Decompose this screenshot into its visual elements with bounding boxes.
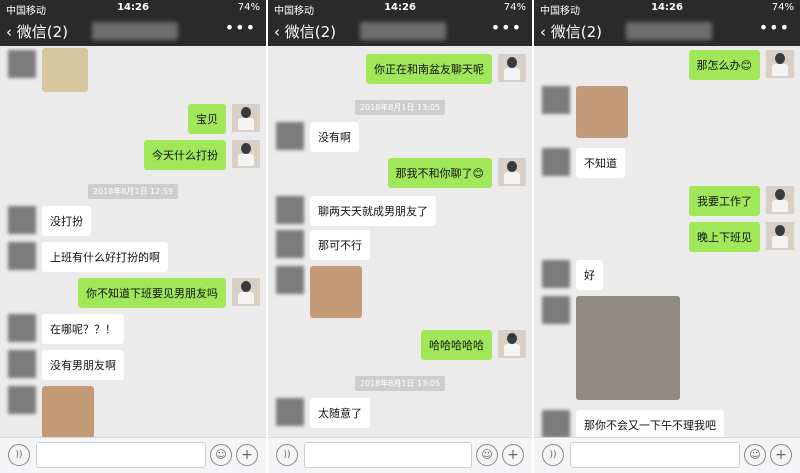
- chat-panel-1: 中国移动 14:26 74% ‹ 微信(2) ••• 宝贝 今天什么打扮 201…: [0, 0, 266, 473]
- photo-message[interactable]: [310, 266, 362, 318]
- chat-panel-3: 中国移动 14:26 74% ‹ 微信(2) ••• 那怎么办😊 不知道 我要工…: [534, 0, 800, 473]
- message-bubble[interactable]: 那可不行: [310, 230, 370, 260]
- contact-avatar[interactable]: [542, 86, 570, 114]
- message-bubble[interactable]: 今天什么打扮: [144, 140, 226, 170]
- my-avatar[interactable]: [766, 222, 794, 250]
- timestamp: 2018年8月1日 13:05: [354, 376, 446, 391]
- voice-icon[interactable]: )): [542, 444, 564, 466]
- my-avatar[interactable]: [232, 140, 260, 168]
- input-bar: )) ☺ +: [0, 437, 266, 473]
- status-bar: 中国移动 14:26 74%: [268, 0, 532, 17]
- clock: 14:26: [651, 2, 683, 13]
- contact-avatar[interactable]: [542, 296, 570, 324]
- contact-avatar[interactable]: [8, 242, 36, 270]
- message-bubble[interactable]: 你正在和南盆友聊天呢: [366, 54, 492, 84]
- my-avatar[interactable]: [498, 54, 526, 82]
- message-bubble[interactable]: 那怎么办😊: [688, 50, 760, 80]
- clock: 14:26: [384, 2, 416, 13]
- back-button[interactable]: ‹ 微信(2): [274, 21, 336, 42]
- message-bubble[interactable]: 宝贝: [188, 104, 226, 134]
- emoji-icon[interactable]: ☺: [476, 444, 498, 466]
- message-list[interactable]: 宝贝 今天什么打扮 2018年8月1日 12:59 没打扮 上班有什么好打扮的啊…: [0, 46, 266, 438]
- back-label: 微信(2): [284, 23, 337, 41]
- my-avatar[interactable]: [232, 104, 260, 132]
- plus-icon[interactable]: +: [502, 444, 524, 466]
- nav-bar: ‹ 微信(2) •••: [268, 16, 532, 46]
- message-bubble[interactable]: 没有啊: [310, 122, 359, 152]
- message-input[interactable]: [36, 442, 206, 468]
- contact-avatar[interactable]: [542, 410, 570, 438]
- battery-label: 74%: [503, 2, 526, 13]
- status-bar: 中国移动 14:26 74%: [0, 0, 266, 17]
- message-bubble[interactable]: 那你不会又一下午不理我吧: [576, 410, 724, 438]
- message-input[interactable]: [570, 442, 740, 468]
- back-button[interactable]: ‹ 微信(2): [540, 21, 602, 42]
- battery-label: 74%: [237, 2, 260, 13]
- contact-name-blurred: [360, 22, 446, 40]
- clock: 14:26: [117, 2, 149, 13]
- battery-label: 74%: [771, 2, 794, 13]
- voice-icon[interactable]: )): [276, 444, 298, 466]
- message-bubble[interactable]: 在哪呢？？！: [42, 314, 124, 344]
- contact-avatar[interactable]: [8, 350, 36, 378]
- timestamp: 2018年8月1日 13:05: [354, 100, 446, 115]
- message-bubble[interactable]: 太随意了: [310, 398, 370, 428]
- contact-avatar[interactable]: [8, 50, 36, 78]
- contact-avatar[interactable]: [276, 266, 304, 294]
- status-bar: 中国移动 14:26 74%: [534, 0, 800, 17]
- message-bubble[interactable]: 晚上下班见: [689, 222, 760, 252]
- message-list[interactable]: 那怎么办😊 不知道 我要工作了 晚上下班见 好 那你不会又一下午不理我吧: [534, 46, 800, 438]
- sticker-image[interactable]: [42, 48, 88, 92]
- message-bubble[interactable]: 聊两天天就成男朋友了: [310, 196, 436, 226]
- contact-avatar[interactable]: [8, 314, 36, 342]
- contact-name-blurred: [92, 22, 178, 40]
- photo-message[interactable]: [42, 386, 94, 438]
- contact-avatar[interactable]: [276, 230, 304, 258]
- plus-icon[interactable]: +: [770, 444, 792, 466]
- message-bubble[interactable]: 没有男朋友啊: [42, 350, 124, 380]
- contact-name-blurred: [626, 22, 712, 40]
- contact-avatar[interactable]: [8, 386, 36, 414]
- message-bubble[interactable]: 哈哈哈哈哈: [421, 330, 492, 360]
- contact-avatar[interactable]: [542, 260, 570, 288]
- contact-avatar[interactable]: [276, 122, 304, 150]
- plus-icon[interactable]: +: [236, 444, 258, 466]
- contact-avatar[interactable]: [542, 148, 570, 176]
- my-avatar[interactable]: [498, 330, 526, 358]
- input-bar: )) ☺ +: [534, 437, 800, 473]
- message-bubble[interactable]: 你不知道下班要见男朋友吗: [78, 278, 226, 308]
- chat-panel-2: 中国移动 14:26 74% ‹ 微信(2) ••• 你正在和南盆友聊天呢 20…: [268, 0, 532, 473]
- contact-avatar[interactable]: [276, 196, 304, 224]
- contact-avatar[interactable]: [276, 398, 304, 426]
- contact-avatar[interactable]: [8, 206, 36, 234]
- back-label: 微信(2): [550, 23, 603, 41]
- my-avatar[interactable]: [498, 158, 526, 186]
- message-bubble[interactable]: 好: [576, 260, 603, 290]
- more-icon[interactable]: •••: [759, 18, 790, 37]
- back-label: 微信(2): [16, 23, 69, 41]
- message-list[interactable]: 你正在和南盆友聊天呢 2018年8月1日 13:05 没有啊 那我不和你聊了😊 …: [268, 46, 532, 438]
- message-bubble[interactable]: 不知道: [576, 148, 625, 178]
- more-icon[interactable]: •••: [491, 18, 522, 37]
- my-avatar[interactable]: [766, 50, 794, 78]
- message-input[interactable]: [304, 442, 472, 468]
- message-bubble[interactable]: 那我不和你聊了😊: [387, 158, 492, 188]
- input-bar: )) ☺ +: [268, 437, 532, 473]
- emoji-icon[interactable]: ☺: [744, 444, 766, 466]
- timestamp: 2018年8月1日 12:59: [87, 184, 179, 199]
- my-avatar[interactable]: [766, 186, 794, 214]
- nav-bar: ‹ 微信(2) •••: [0, 16, 266, 46]
- voice-icon[interactable]: )): [8, 444, 30, 466]
- nav-bar: ‹ 微信(2) •••: [534, 16, 800, 46]
- more-icon[interactable]: •••: [225, 18, 256, 37]
- my-avatar[interactable]: [232, 278, 260, 306]
- message-bubble[interactable]: 我要工作了: [689, 186, 760, 216]
- photo-message[interactable]: [576, 86, 628, 138]
- message-bubble[interactable]: 没打扮: [42, 206, 91, 236]
- photo-message[interactable]: [576, 296, 680, 400]
- message-bubble[interactable]: 上班有什么好打扮的啊: [42, 242, 168, 272]
- emoji-icon[interactable]: ☺: [210, 444, 232, 466]
- back-button[interactable]: ‹ 微信(2): [6, 21, 68, 42]
